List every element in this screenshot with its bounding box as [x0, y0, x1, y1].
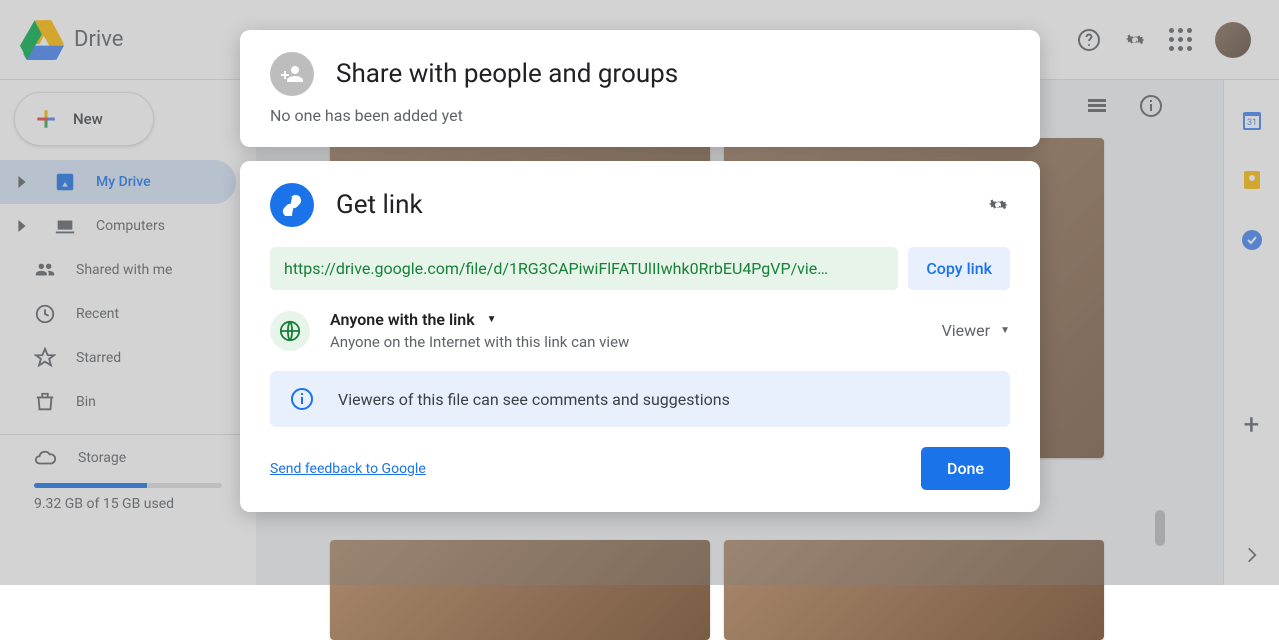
globe-icon — [270, 311, 310, 351]
access-scope-label: Anyone with the link — [330, 310, 475, 329]
done-button[interactable]: Done — [921, 447, 1010, 490]
link-icon — [270, 183, 314, 227]
caret-down-icon: ▼ — [487, 314, 497, 325]
role-dropdown[interactable]: Viewer ▼ — [942, 321, 1010, 340]
link-settings-icon[interactable] — [986, 193, 1010, 217]
copy-link-button[interactable]: Copy link — [908, 247, 1010, 290]
access-description: Anyone on the Internet with this link ca… — [330, 333, 922, 351]
caret-down-icon: ▼ — [1000, 325, 1010, 336]
notice-text: Viewers of this file can see comments an… — [338, 390, 730, 409]
role-label: Viewer — [942, 321, 991, 340]
share-dialog: Share with people and groups No one has … — [240, 30, 1040, 526]
access-scope-dropdown[interactable]: Anyone with the link ▼ — [330, 310, 922, 329]
add-people-icon — [270, 52, 314, 96]
share-subtitle: No one has been added yet — [270, 106, 1010, 125]
share-people-panel: Share with people and groups No one has … — [240, 30, 1040, 147]
send-feedback-link[interactable]: Send feedback to Google — [270, 461, 426, 477]
share-title: Share with people and groups — [336, 59, 678, 89]
info-icon — [290, 387, 314, 411]
share-url[interactable]: https://drive.google.com/file/d/1RG3CAPi… — [270, 247, 898, 290]
viewer-notice: Viewers of this file can see comments an… — [270, 371, 1010, 427]
get-link-panel: Get link https://drive.google.com/file/d… — [240, 161, 1040, 512]
get-link-title: Get link — [336, 190, 964, 220]
